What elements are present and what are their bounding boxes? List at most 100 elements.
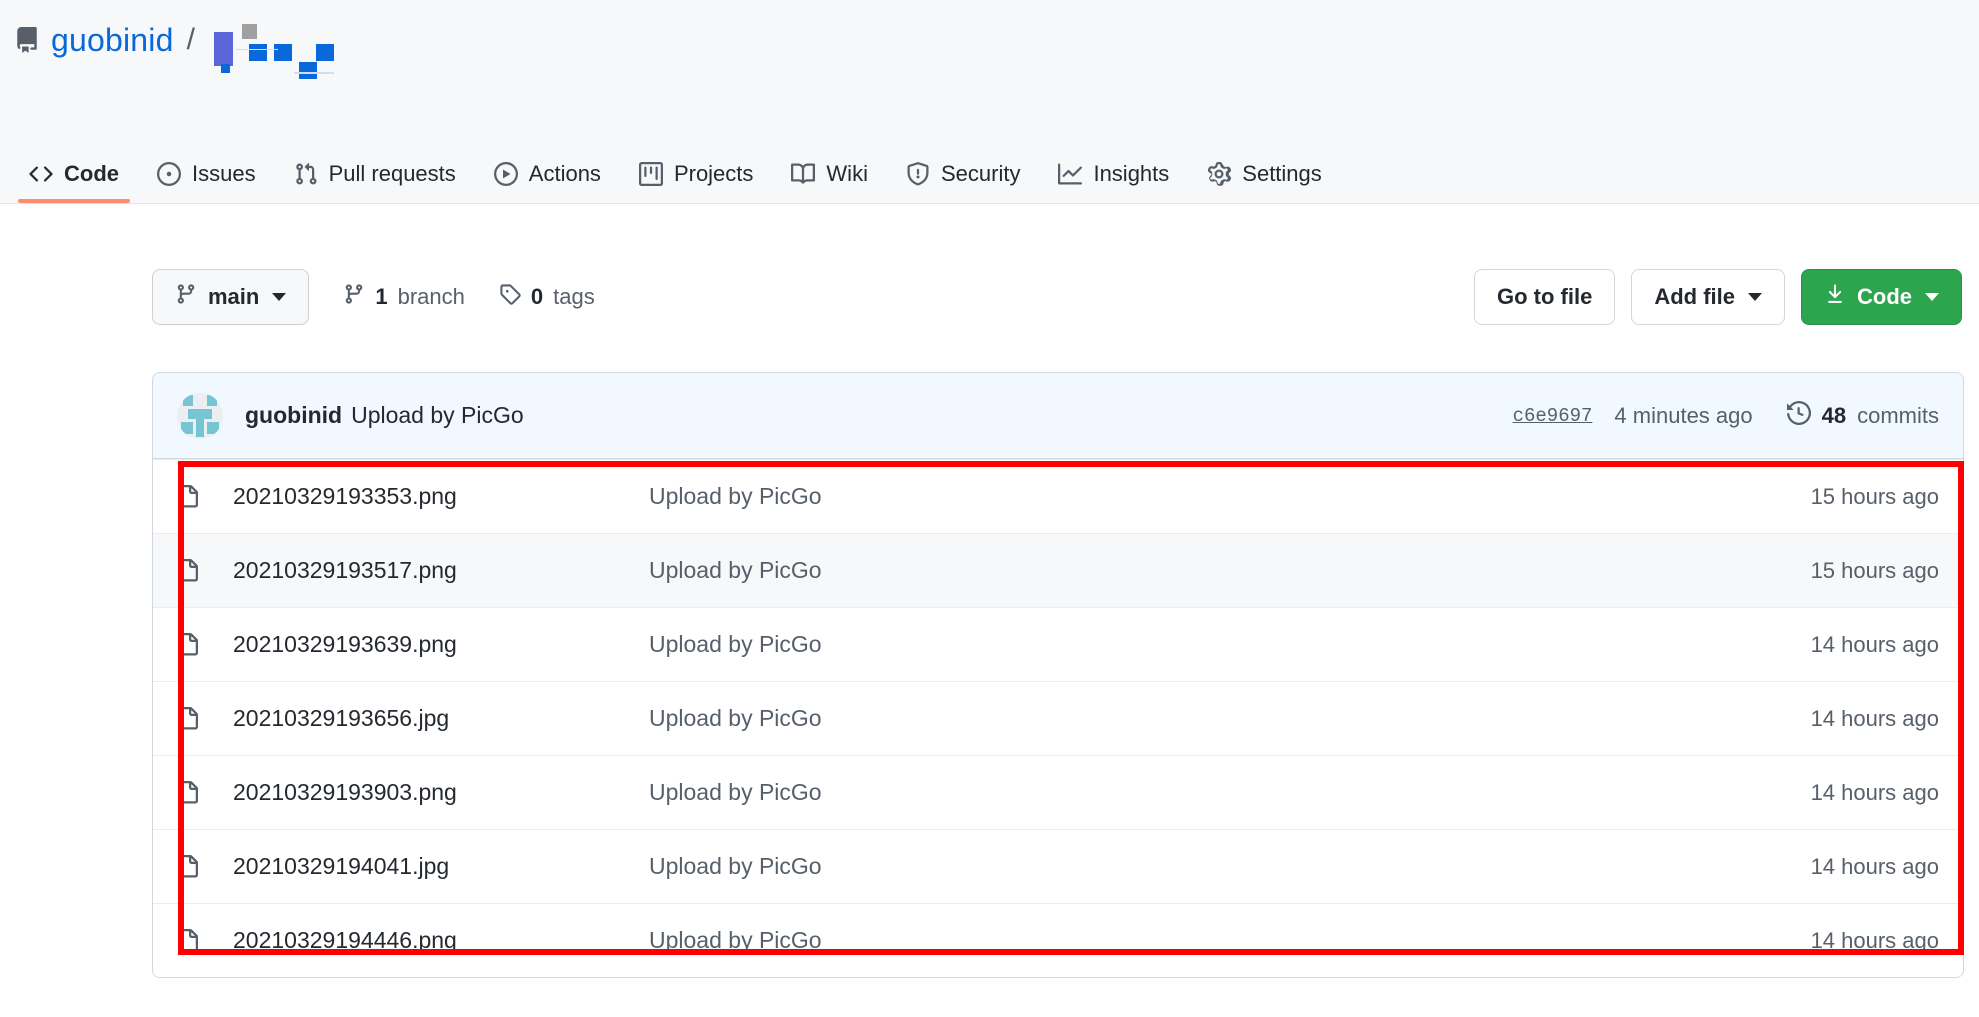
git-pull-request-icon	[294, 162, 318, 186]
commit-message-link[interactable]: Upload by PicGo	[351, 402, 524, 429]
file-icon	[177, 706, 203, 731]
table-row[interactable]: 20210329193903.png Upload by PicGo 14 ho…	[153, 755, 1963, 829]
tab-wiki[interactable]: Wiki	[772, 161, 887, 203]
issue-opened-icon	[157, 162, 181, 186]
file-age: 14 hours ago	[1810, 631, 1939, 657]
file-listing-box: guobinid Upload by PicGo c6e9697 4 minut…	[152, 372, 1964, 978]
tab-insights-label: Insights	[1093, 161, 1170, 186]
gear-icon	[1207, 162, 1232, 186]
file-icon	[177, 558, 203, 583]
tag-count-label: tags	[553, 284, 595, 309]
tab-pull-requests[interactable]: Pull requests	[275, 161, 475, 203]
table-row[interactable]: 20210329194446.png Upload by PicGo 14 ho…	[153, 903, 1963, 977]
project-icon	[638, 162, 663, 186]
file-age: 14 hours ago	[1810, 705, 1939, 731]
branch-count-number: 1	[375, 284, 388, 309]
file-age: 15 hours ago	[1810, 557, 1939, 583]
tab-wiki-label: Wiki	[826, 161, 868, 186]
file-name-link[interactable]: 20210329193353.png	[233, 483, 649, 510]
commit-timestamp: 4 minutes ago	[1614, 402, 1753, 428]
file-commit-message[interactable]: Upload by PicGo	[649, 483, 1811, 510]
commits-count-link[interactable]: 48 commits	[1786, 400, 1939, 431]
file-icon	[177, 854, 203, 879]
chevron-down-icon	[272, 293, 287, 301]
file-commit-message[interactable]: Upload by PicGo	[649, 631, 1811, 658]
repo-header: guobinid / Code Issues Pull requests Act…	[0, 0, 1979, 204]
tag-count-link[interactable]: 0 tags	[499, 283, 595, 311]
file-commit-message[interactable]: Upload by PicGo	[649, 557, 1811, 584]
branch-count-link[interactable]: 1 branch	[343, 283, 465, 311]
repo-nav: Code Issues Pull requests Actions Projec…	[10, 143, 1341, 203]
go-to-file-label: Go to file	[1497, 284, 1593, 309]
file-icon	[177, 484, 203, 509]
graph-icon	[1058, 162, 1083, 186]
tab-issues[interactable]: Issues	[138, 161, 275, 203]
commit-author-link[interactable]: guobinid	[245, 402, 342, 429]
tab-issues-label: Issues	[192, 161, 256, 186]
repo-icon	[14, 27, 40, 53]
history-icon	[1786, 400, 1811, 431]
file-age: 15 hours ago	[1810, 483, 1939, 509]
branch-count-label: branch	[397, 284, 465, 309]
play-icon	[493, 162, 518, 186]
tab-actions-label: Actions	[528, 161, 601, 186]
tag-icon	[499, 283, 521, 311]
code-button-label: Code	[1857, 284, 1912, 309]
commit-meta: c6e9697 4 minutes ago 48 commits	[1513, 400, 1939, 431]
file-commit-message[interactable]: Upload by PicGo	[649, 927, 1811, 954]
breadcrumb-separator: /	[186, 23, 195, 56]
table-row[interactable]: 20210329193639.png Upload by PicGo 14 ho…	[153, 607, 1963, 681]
file-age: 14 hours ago	[1810, 927, 1939, 953]
file-name-link[interactable]: 20210329194446.png	[233, 927, 649, 954]
table-row[interactable]: 20210329194041.jpg Upload by PicGo 14 ho…	[153, 829, 1963, 903]
file-icon	[177, 780, 203, 805]
tab-projects[interactable]: Projects	[620, 161, 772, 203]
tab-code-label: Code	[64, 161, 119, 186]
repo-owner-link[interactable]: guobinid	[51, 24, 174, 56]
github-repo-page: guobinid / Code Issues Pull requests Act…	[0, 0, 1979, 1017]
file-name-link[interactable]: 20210329193903.png	[233, 779, 649, 806]
go-to-file-button[interactable]: Go to file	[1474, 269, 1616, 325]
git-branch-icon-small	[343, 283, 365, 311]
file-commit-message[interactable]: Upload by PicGo	[649, 779, 1811, 806]
file-icon	[177, 632, 203, 657]
tab-security-label: Security	[940, 161, 1021, 186]
tab-insights[interactable]: Insights	[1039, 161, 1188, 203]
avatar	[177, 392, 223, 439]
file-name-link[interactable]: 20210329194041.jpg	[233, 853, 649, 880]
file-commit-message[interactable]: Upload by PicGo	[649, 853, 1811, 880]
tab-settings-label: Settings	[1242, 161, 1322, 186]
branch-name-label: main	[208, 284, 260, 309]
file-name-link[interactable]: 20210329193656.jpg	[233, 705, 649, 732]
tab-pull-requests-label: Pull requests	[328, 161, 456, 186]
shield-icon	[906, 162, 930, 186]
commit-sha-link[interactable]: c6e9697	[1513, 405, 1593, 427]
add-file-button[interactable]: Add file	[1631, 269, 1785, 325]
table-row[interactable]: 20210329193656.jpg Upload by PicGo 14 ho…	[153, 681, 1963, 755]
table-row[interactable]: 20210329193353.png Upload by PicGo 15 ho…	[153, 459, 1963, 533]
add-file-label: Add file	[1654, 284, 1735, 309]
tab-projects-label: Projects	[673, 161, 754, 186]
file-age: 14 hours ago	[1810, 853, 1939, 879]
repo-name-redacted[interactable]	[210, 20, 334, 79]
chevron-down-icon	[1748, 293, 1762, 301]
file-age: 14 hours ago	[1810, 779, 1939, 805]
code-icon	[29, 162, 53, 186]
download-icon	[1824, 283, 1846, 311]
tag-count-number: 0	[530, 284, 544, 309]
file-name-link[interactable]: 20210329193639.png	[233, 631, 649, 658]
tab-code[interactable]: Code	[10, 161, 138, 203]
file-commit-message[interactable]: Upload by PicGo	[649, 705, 1811, 732]
chevron-down-icon	[1925, 293, 1939, 301]
tab-security[interactable]: Security	[887, 161, 1039, 203]
toolbar-right-group: Go to file Add file Code	[1474, 269, 1962, 325]
branch-selector-button[interactable]: main	[152, 269, 310, 325]
commits-count-number: 48	[1821, 402, 1847, 428]
tab-settings[interactable]: Settings	[1188, 161, 1341, 203]
toolbar-left-group: main 1 branch 0 tags	[152, 269, 595, 325]
code-download-button[interactable]: Code	[1801, 269, 1962, 325]
tab-actions[interactable]: Actions	[475, 161, 620, 203]
latest-commit-bar: guobinid Upload by PicGo c6e9697 4 minut…	[153, 373, 1963, 459]
file-name-link[interactable]: 20210329193517.png	[233, 557, 649, 584]
table-row[interactable]: 20210329193517.png Upload by PicGo 15 ho…	[153, 533, 1963, 607]
